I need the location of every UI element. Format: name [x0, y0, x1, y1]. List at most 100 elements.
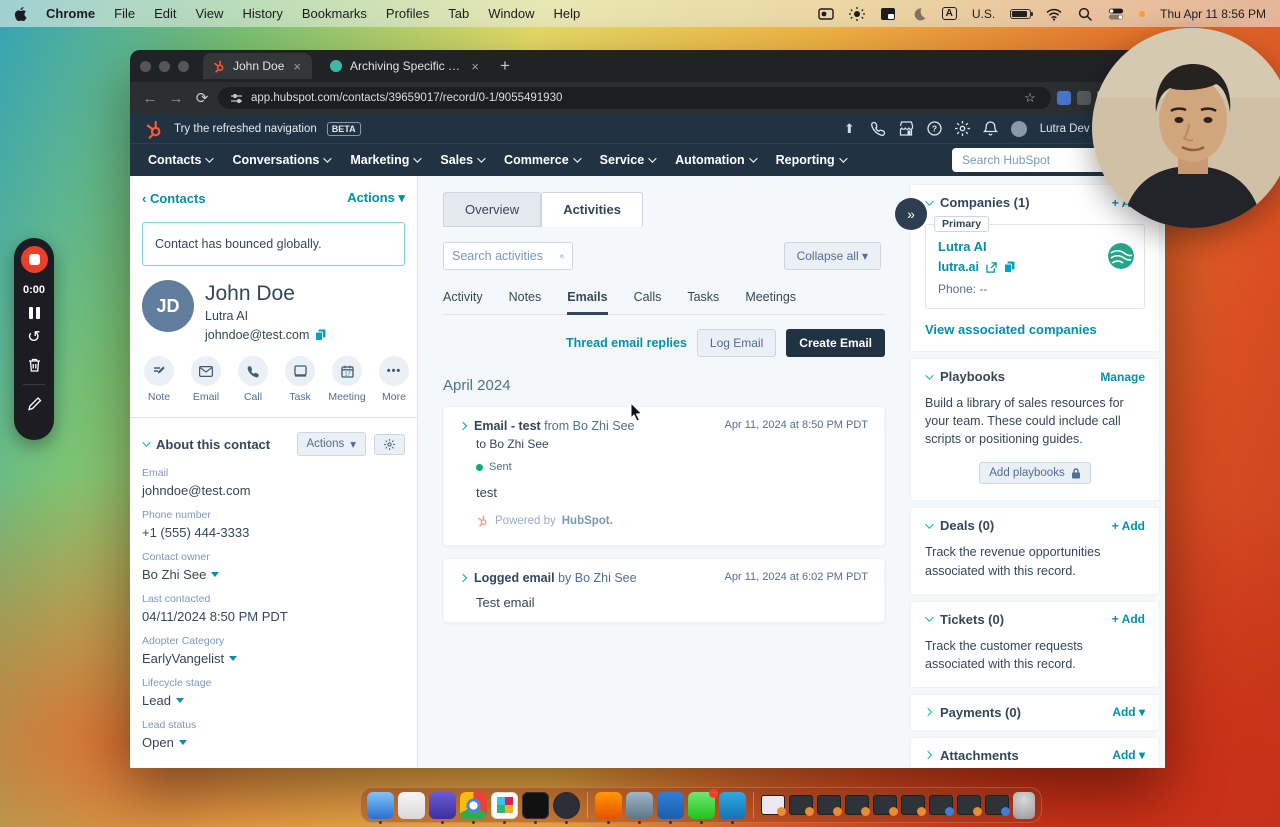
menubar-view[interactable]: View: [195, 6, 223, 21]
dock-loom-icon[interactable]: [553, 791, 580, 824]
add-playbooks-button[interactable]: Add playbooks: [979, 462, 1091, 485]
collapse-companies-icon[interactable]: [925, 196, 934, 206]
email-title[interactable]: Email - test: [474, 419, 541, 433]
hubspot-avatar[interactable]: [1010, 120, 1027, 137]
spotlight-search-icon[interactable]: [1077, 7, 1093, 21]
dock-chrome-icon[interactable]: [460, 791, 487, 824]
extension-icon-2[interactable]: [1077, 91, 1091, 105]
log-email-button[interactable]: Log Email: [696, 329, 777, 357]
manage-playbooks-link[interactable]: Manage: [1100, 370, 1145, 384]
tab-overview[interactable]: Overview: [443, 192, 542, 227]
collapse-all-button[interactable]: Collapse all ▾: [783, 242, 881, 270]
reload-button[interactable]: ⟳: [192, 89, 212, 107]
thread-email-replies-link[interactable]: Thread email replies: [566, 336, 687, 350]
dock-terminal-icon[interactable]: [522, 791, 549, 824]
expand-email-icon[interactable]: [458, 421, 468, 431]
field-lead-status-value[interactable]: Open: [142, 735, 405, 750]
expand-email-icon[interactable]: [458, 573, 468, 583]
dock-minimized-window[interactable]: [845, 795, 870, 816]
menubar-window[interactable]: Window: [488, 6, 534, 21]
upgrade-icon[interactable]: ⬆: [841, 121, 858, 137]
dock-minimized-window[interactable]: [929, 795, 954, 816]
menubar-bookmarks[interactable]: Bookmarks: [302, 6, 367, 21]
dock-finder-icon[interactable]: [367, 791, 394, 824]
field-owner-value[interactable]: Bo Zhi See: [142, 567, 405, 582]
expand-payments-icon[interactable]: [923, 708, 933, 717]
browser-tab-archiving[interactable]: Archiving Specific Sender Em ×: [320, 53, 490, 79]
subtab-emails[interactable]: Emails: [567, 290, 608, 315]
subtab-activity[interactable]: Activity: [443, 290, 483, 315]
nav-sales[interactable]: Sales: [440, 153, 486, 167]
hubspot-logo[interactable]: [144, 119, 164, 139]
company-name-link[interactable]: Lutra AI: [938, 239, 1132, 254]
create-email-button[interactable]: Create Email: [786, 329, 885, 357]
dock-vscode-icon[interactable]: [719, 791, 746, 824]
menubar-profiles[interactable]: Profiles: [386, 6, 429, 21]
nav-reporting[interactable]: Reporting: [776, 153, 848, 167]
field-adopter-value[interactable]: EarlyVangelist: [142, 651, 405, 666]
extension-icon-1[interactable]: [1057, 91, 1071, 105]
control-center-icon[interactable]: [1108, 7, 1124, 21]
new-tab-button[interactable]: +: [500, 56, 510, 76]
menubar-history[interactable]: History: [242, 6, 282, 21]
nav-marketing[interactable]: Marketing: [350, 153, 423, 167]
nav-service[interactable]: Service: [600, 153, 657, 167]
more-button[interactable]: ••• More: [379, 356, 409, 403]
display-settings-icon[interactable]: [848, 6, 865, 21]
copy-icon[interactable]: [315, 329, 326, 341]
meeting-button[interactable]: 17 Meeting: [328, 356, 366, 403]
field-email-value[interactable]: johndoe@test.com: [142, 483, 405, 498]
nav-conversations[interactable]: Conversations: [232, 153, 332, 167]
collapse-deals-icon[interactable]: [925, 520, 934, 529]
menubar-file[interactable]: File: [114, 6, 135, 21]
draw-pen-button[interactable]: [27, 396, 42, 412]
field-lifecycle-value[interactable]: Lead: [142, 693, 405, 708]
dock-slack-icon[interactable]: [491, 791, 518, 824]
email-title[interactable]: Logged email: [474, 571, 555, 585]
dock-trash-icon[interactable]: [1013, 791, 1035, 819]
webcam-overlay[interactable]: [1092, 28, 1280, 228]
subtab-meetings[interactable]: Meetings: [745, 290, 796, 315]
calling-icon[interactable]: [870, 121, 886, 136]
nav-commerce[interactable]: Commerce: [504, 153, 582, 167]
marketplace-icon[interactable]: [899, 121, 914, 136]
subtab-calls[interactable]: Calls: [634, 290, 662, 315]
field-phone-value[interactable]: +1 (555) 444-3333: [142, 525, 405, 540]
battery-icon[interactable]: [1010, 8, 1034, 19]
dock-minimized-window[interactable]: [957, 795, 982, 816]
expand-panel-button[interactable]: »: [895, 198, 927, 230]
apple-icon[interactable]: [14, 6, 27, 21]
email-card-sent[interactable]: Email - test from Bo Zhi See Apr 11, 202…: [443, 406, 885, 546]
back-button[interactable]: ←: [140, 90, 160, 107]
menubar-help[interactable]: Help: [554, 6, 581, 21]
menubar-tab[interactable]: Tab: [448, 6, 469, 21]
add-deal-button[interactable]: + Add: [1112, 519, 1145, 533]
stop-recording-button[interactable]: [20, 246, 48, 273]
tab-activities[interactable]: Activities: [541, 192, 643, 227]
dock-screenshare-icon[interactable]: [626, 791, 653, 824]
subtab-notes[interactable]: Notes: [509, 290, 542, 315]
dock-messages-icon[interactable]: [688, 788, 718, 824]
search-activities-box[interactable]: [443, 242, 573, 270]
browser-tab-john-doe[interactable]: John Doe ×: [203, 53, 312, 79]
screen-record-icon[interactable]: [817, 7, 834, 21]
company-domain-link[interactable]: lutra.ai: [938, 260, 979, 274]
contact-email[interactable]: johndoe@test.com: [205, 328, 309, 342]
view-associated-companies-link[interactable]: View associated companies: [925, 322, 1145, 337]
task-button[interactable]: Task: [285, 356, 315, 403]
about-settings-button[interactable]: [374, 433, 405, 455]
contact-actions-dropdown[interactable]: Actions ▾: [347, 190, 405, 206]
back-to-contacts-link[interactable]: ‹ Contacts: [142, 191, 206, 206]
menubar-clock[interactable]: Thu Apr 11 8:56 PM: [1160, 7, 1266, 21]
site-settings-icon[interactable]: [230, 92, 243, 105]
dock-1password-icon[interactable]: [429, 791, 456, 824]
field-last-contacted-value[interactable]: 04/11/2024 8:50 PM PDT: [142, 609, 405, 624]
pause-recording-button[interactable]: [28, 307, 40, 319]
dock-minimized-window[interactable]: [985, 795, 1010, 816]
collapse-about-icon[interactable]: [142, 438, 151, 447]
collapse-tickets-icon[interactable]: [925, 613, 934, 622]
window-traffic-lights[interactable]: [140, 60, 189, 72]
input-source-icon[interactable]: A: [941, 7, 957, 20]
call-button[interactable]: Call: [238, 356, 268, 403]
bookmark-star-icon[interactable]: ☆: [1021, 90, 1039, 106]
